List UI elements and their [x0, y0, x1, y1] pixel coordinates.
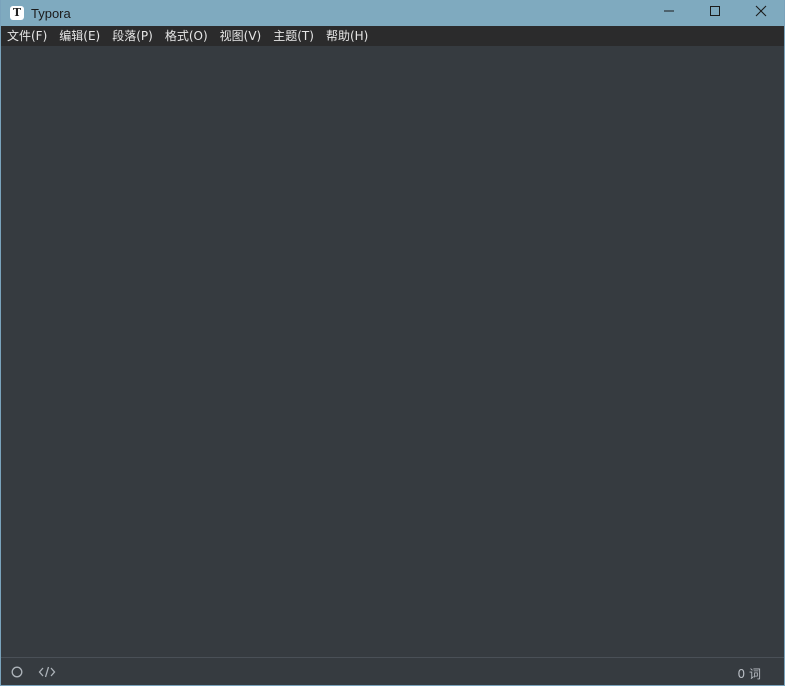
app-icon-letter: T [12, 6, 22, 19]
close-button[interactable] [738, 0, 784, 22]
typora-window: T Typora 文件(F) 编辑(E) 段落(P) 格式(O) 视图(V) 主… [0, 0, 785, 686]
window-controls [646, 0, 784, 26]
title-bar[interactable]: T Typora [1, 0, 784, 26]
menu-help[interactable]: 帮助(H) [320, 26, 374, 46]
window-title: Typora [31, 5, 71, 21]
menu-format[interactable]: 格式(O) [159, 26, 214, 46]
source-mode-button[interactable] [38, 665, 56, 679]
menu-file[interactable]: 文件(F) [1, 26, 53, 46]
editor-area[interactable] [1, 46, 784, 657]
menu-paragraph[interactable]: 段落(P) [106, 26, 159, 46]
menu-theme[interactable]: 主题(T) [267, 26, 320, 46]
menu-edit[interactable]: 编辑(E) [53, 26, 106, 46]
close-icon [755, 5, 767, 17]
typora-logo-icon: T [10, 6, 24, 20]
word-count[interactable]: 0 词 [738, 665, 761, 682]
status-bar: 0 词 [1, 657, 784, 685]
minimize-button[interactable] [646, 0, 692, 22]
outline-toggle-button[interactable] [9, 665, 25, 679]
maximize-button[interactable] [692, 0, 738, 22]
minimize-icon [664, 10, 674, 12]
menu-bar: 文件(F) 编辑(E) 段落(P) 格式(O) 视图(V) 主题(T) 帮助(H… [1, 26, 784, 46]
code-icon [38, 666, 56, 678]
maximize-icon [710, 6, 720, 16]
menu-view[interactable]: 视图(V) [214, 26, 268, 46]
circle-icon [11, 666, 23, 678]
